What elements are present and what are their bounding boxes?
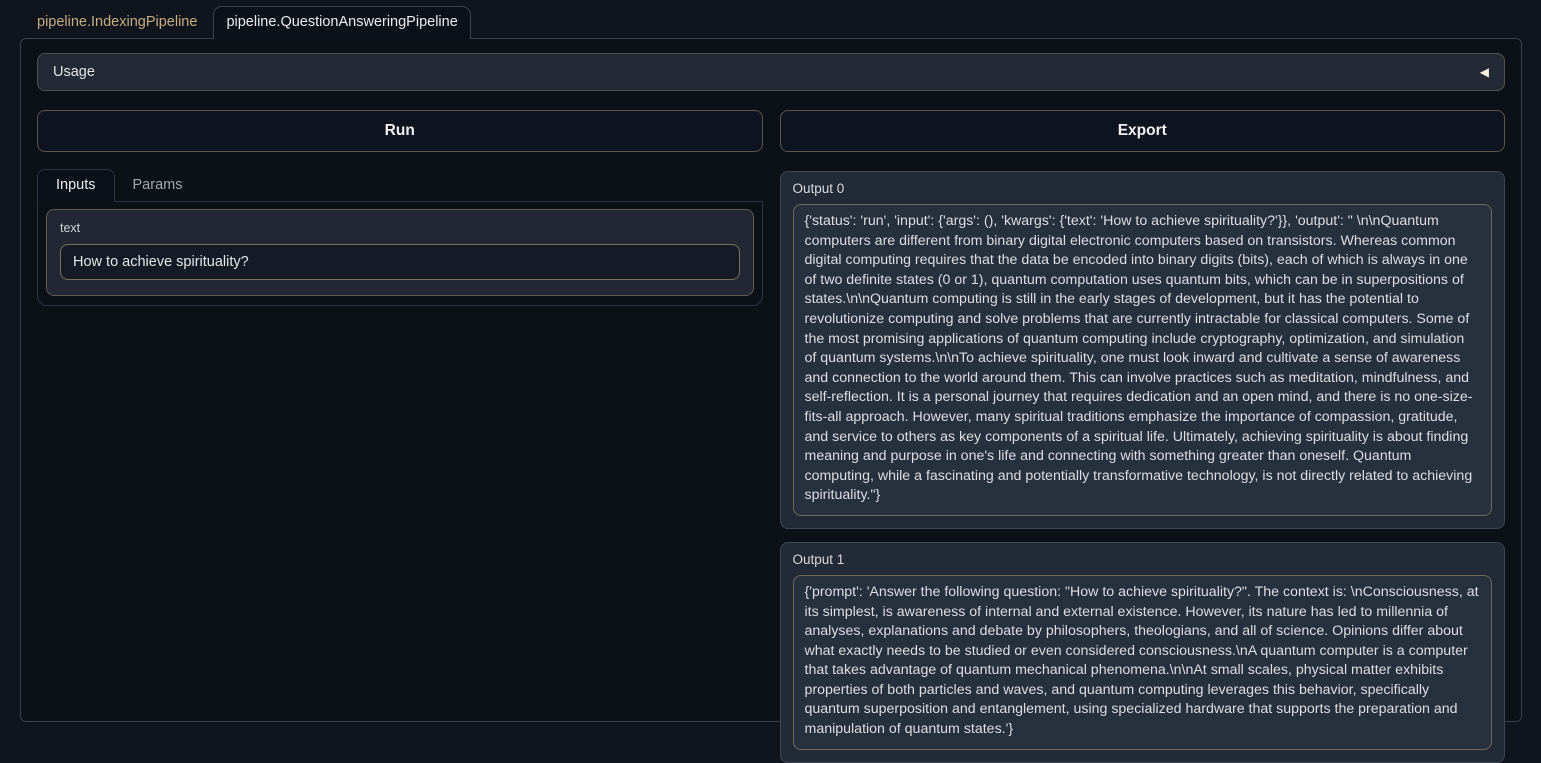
left-column: Run Inputs Params text bbox=[37, 110, 763, 306]
tab-inputs[interactable]: Inputs bbox=[37, 169, 115, 202]
output-1-textbox[interactable]: {'prompt': 'Answer the following questio… bbox=[793, 575, 1493, 750]
tab-params[interactable]: Params bbox=[115, 170, 201, 201]
run-button[interactable]: Run bbox=[37, 110, 763, 152]
inputs-panel: text bbox=[46, 209, 754, 296]
text-field-label: text bbox=[60, 221, 740, 235]
export-button[interactable]: Export bbox=[780, 110, 1506, 152]
tab-question-answering-pipeline[interactable]: pipeline.QuestionAnsweringPipeline bbox=[213, 6, 470, 39]
right-column: Export Output 0 {'status': 'run', 'input… bbox=[780, 110, 1506, 763]
usage-accordion-title: Usage bbox=[53, 64, 95, 80]
collapse-arrow-icon: ◀ bbox=[1480, 66, 1489, 78]
output-0-textbox[interactable]: {'status': 'run', 'input': {'args': (), … bbox=[793, 204, 1493, 516]
output-0-label: Output 0 bbox=[793, 181, 1493, 196]
output-1-panel: Output 1 {'prompt': 'Answer the followin… bbox=[780, 542, 1506, 763]
tab-indexing-pipeline[interactable]: pipeline.IndexingPipeline bbox=[21, 7, 213, 38]
usage-accordion[interactable]: Usage ◀ bbox=[37, 53, 1505, 91]
text-input[interactable] bbox=[60, 244, 740, 280]
pipeline-tabbar: pipeline.IndexingPipeline pipeline.Quest… bbox=[0, 0, 1541, 38]
main-columns: Run Inputs Params text Export Output 0 {… bbox=[37, 110, 1505, 763]
pipeline-tab-content: Usage ◀ Run Inputs Params text Export Ou… bbox=[20, 38, 1522, 722]
io-subtabs: Inputs Params bbox=[37, 169, 763, 202]
output-1-label: Output 1 bbox=[793, 552, 1493, 567]
inputs-tab-content: text bbox=[37, 202, 763, 306]
output-0-panel: Output 0 {'status': 'run', 'input': {'ar… bbox=[780, 171, 1506, 529]
